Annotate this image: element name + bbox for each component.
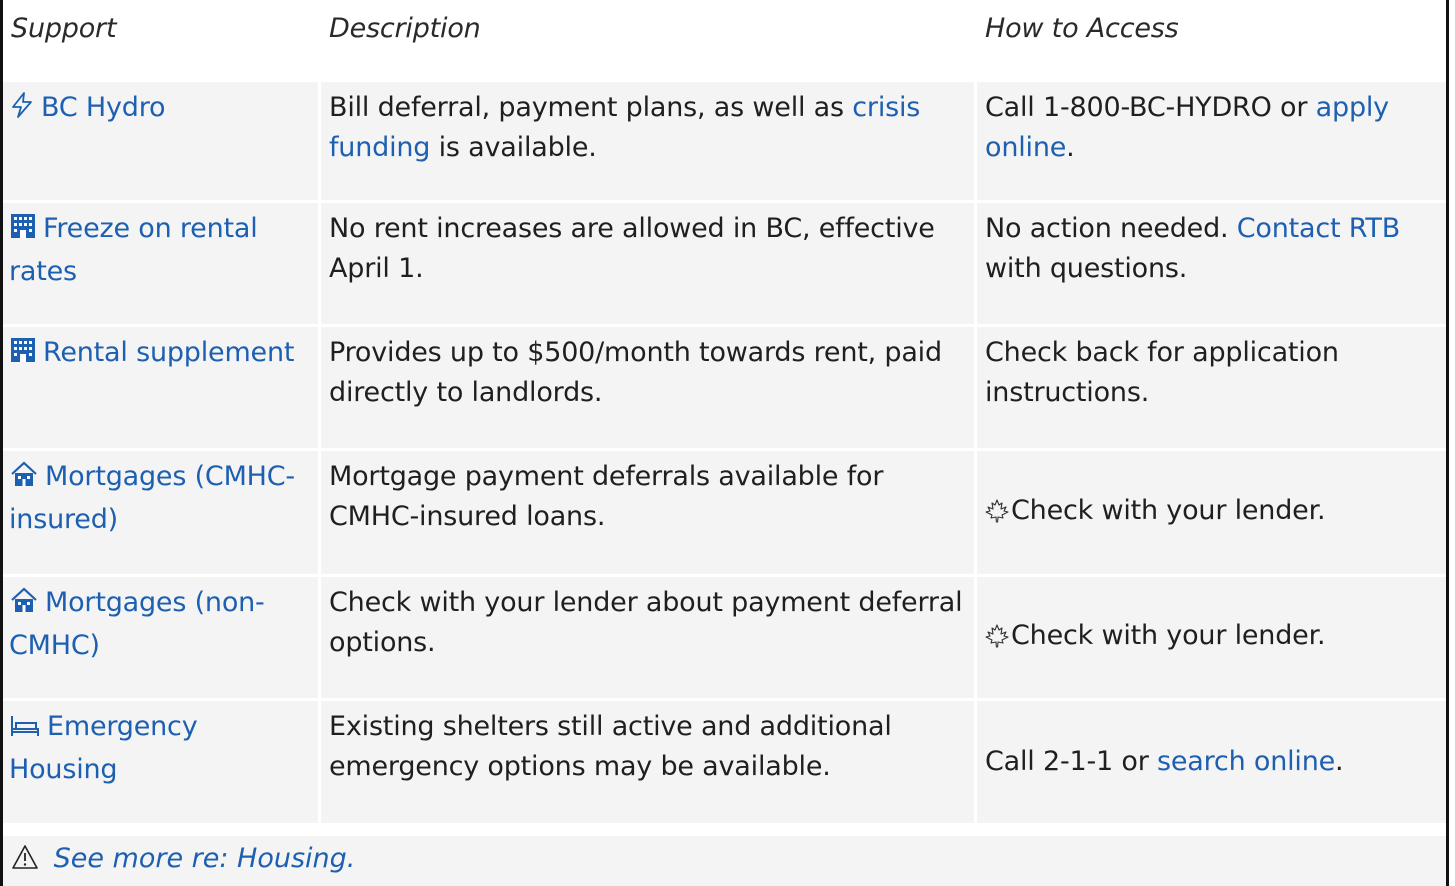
support-cell: Mortgages (CMHC-insured) — [3, 451, 318, 574]
access-link[interactable]: search online — [1157, 746, 1335, 777]
description-cell: No rent increases are allowed in BC, eff… — [321, 203, 974, 324]
access-cell: Check with your lender. — [977, 577, 1446, 698]
header-description: Description — [321, 0, 977, 82]
description-cell: Existing shelters still active and addit… — [321, 701, 974, 823]
maple-leaf-icon — [985, 620, 1009, 660]
description-text: Check with your lender about payment def… — [329, 587, 963, 658]
house-icon — [9, 460, 39, 500]
footer-note: See more re: Housing. — [3, 836, 1446, 886]
description-text: Provides up to $500/month towards rent, … — [329, 337, 942, 408]
access-cell: Check with your lender. — [977, 451, 1446, 574]
access-cell: No action needed. Contact RTB with quest… — [977, 203, 1446, 324]
access-text: Call 1-800-BC-HYDRO or — [985, 92, 1316, 123]
table-row: Freeze on rental rates No rent increases … — [3, 203, 1446, 327]
access-cell: Call 2-1-1 or search online. — [977, 701, 1446, 823]
access-text: Check with your lender. — [1011, 494, 1326, 526]
support-cell: Emergency Housing — [3, 701, 318, 823]
table-row: Emergency Housing Existing shelters still… — [3, 701, 1446, 826]
support-link[interactable]: BC Hydro — [41, 92, 166, 123]
description-cell: Bill deferral, payment plans, as well as… — [321, 82, 974, 200]
description-text: Existing shelters still active and addit… — [329, 711, 892, 782]
header-support: Support — [3, 0, 321, 82]
access-text: No action needed. — [985, 213, 1237, 244]
building-icon — [9, 336, 37, 376]
support-cell: Freeze on rental rates — [3, 203, 318, 324]
description-cell: Check with your lender about payment def… — [321, 577, 974, 698]
support-cell: BC Hydro — [3, 82, 318, 200]
access-cell: Check back for application instructions. — [977, 327, 1446, 448]
warning-icon — [11, 843, 39, 881]
access-text: Check with your lender. — [1011, 619, 1326, 651]
access-text: with questions. — [985, 253, 1188, 284]
access-text-wrap: Check back for application instructions. — [985, 337, 1339, 408]
maple-leaf-icon — [985, 495, 1009, 535]
table-row: BC Hydro Bill deferral, payment plans, as… — [3, 82, 1446, 203]
support-cell: Rental supplement — [3, 327, 318, 448]
table-row: Rental supplement Provides up to $500/mon… — [3, 327, 1446, 451]
access-link[interactable]: Contact RTB — [1237, 213, 1400, 244]
header-how-to-access: How to Access — [977, 0, 1446, 82]
access-text: Check back for application instructions. — [985, 337, 1339, 408]
support-link[interactable]: Rental supplement — [43, 337, 294, 368]
description-text: Bill deferral, payment plans, as well as — [329, 92, 853, 123]
description-cell: Mortgage payment deferrals available for… — [321, 451, 974, 574]
see-more-housing-link[interactable]: See more re: Housing. — [54, 843, 356, 874]
house-icon — [9, 586, 39, 626]
description-cell: Provides up to $500/month towards rent, … — [321, 327, 974, 448]
access-text-wrap: No action needed. Contact RTB with quest… — [985, 213, 1400, 284]
access-text-wrap: Check with your lender. — [985, 616, 1326, 660]
support-link[interactable]: Freeze on rental rates — [9, 213, 258, 287]
access-text: . — [1066, 132, 1075, 163]
support-table: Support Description How to Access — [3, 0, 1446, 82]
access-text-wrap: Check with your lender. — [985, 491, 1326, 535]
access-text-wrap: Call 2-1-1 or search online. — [985, 742, 1344, 782]
access-cell: Call 1-800-BC-HYDRO or apply online. — [977, 82, 1446, 200]
support-link[interactable]: Mortgages (non-CMHC) — [9, 587, 265, 661]
access-text: . — [1335, 746, 1344, 777]
support-link[interactable]: Mortgages (CMHC-insured) — [9, 461, 295, 535]
lightning-icon — [9, 91, 35, 131]
table-row: Mortgages (non-CMHC) Check with your lend… — [3, 577, 1446, 701]
description-text: No rent increases are allowed in BC, eff… — [329, 213, 935, 284]
description-text: is available. — [430, 132, 597, 163]
support-cell: Mortgages (non-CMHC) — [3, 577, 318, 698]
access-text-wrap: Call 1-800-BC-HYDRO or apply online. — [985, 92, 1389, 163]
table-body: BC Hydro Bill deferral, payment plans, as… — [3, 82, 1446, 826]
bed-icon — [9, 710, 41, 750]
description-text: Mortgage payment deferrals available for… — [329, 461, 884, 532]
access-text: Call 2-1-1 or — [985, 746, 1157, 777]
building-icon — [9, 212, 37, 252]
table-row: Mortgages (CMHC-insured) Mortgage payment… — [3, 451, 1446, 577]
